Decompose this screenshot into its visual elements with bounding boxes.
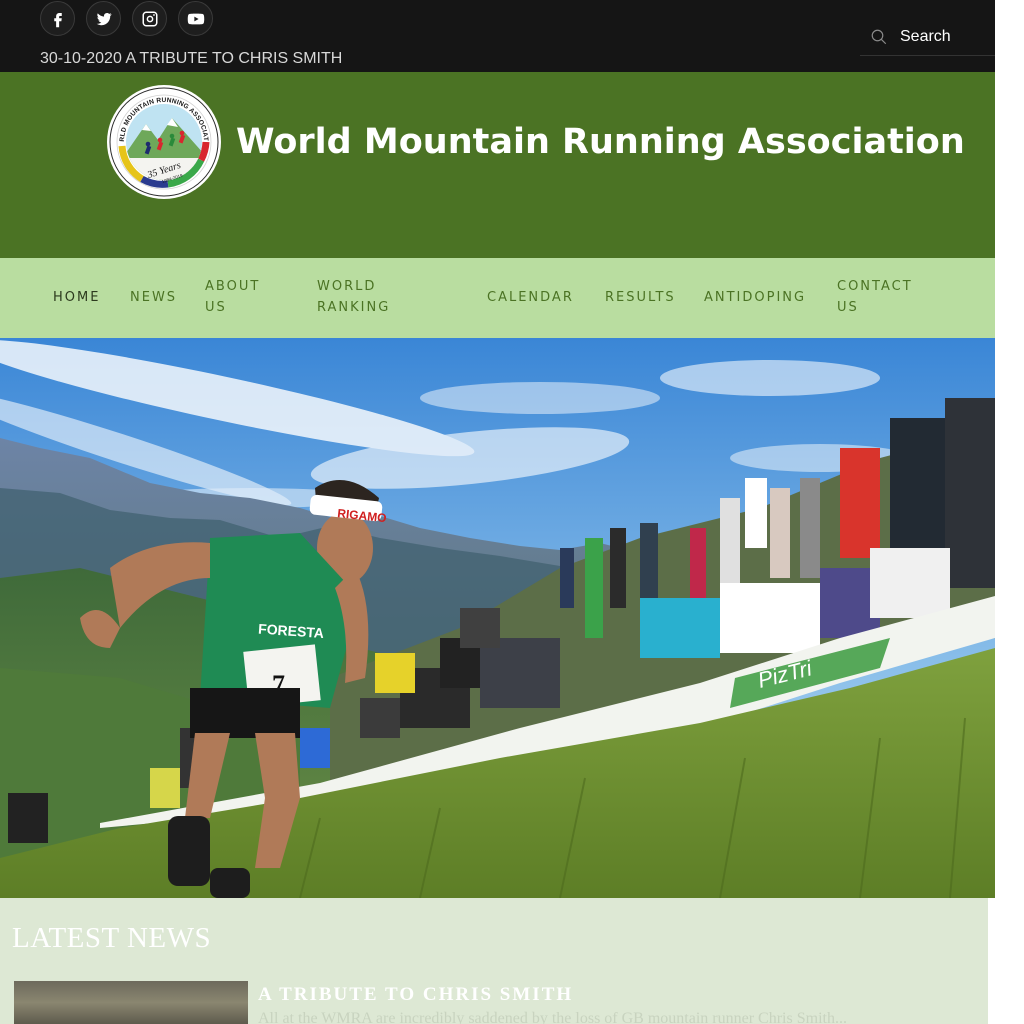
search-box[interactable]	[860, 18, 995, 56]
nav-news[interactable]: NEWS	[130, 287, 177, 308]
search-icon	[871, 29, 887, 44]
site-title[interactable]: World Mountain Running Association	[236, 122, 965, 162]
latest-news-heading: LATEST NEWS	[12, 922, 212, 954]
hero-image: PizTri RIGAMO FORESTA 7	[0, 338, 995, 898]
nav-about-us[interactable]: ABOUT US	[205, 276, 285, 318]
nav-antidoping[interactable]: ANTIDOPING	[704, 287, 806, 308]
page-edge	[995, 0, 1024, 1024]
instagram-link[interactable]	[132, 1, 167, 36]
youtube-icon	[187, 13, 204, 24]
news-article-excerpt: All at the WMRA are incredibly saddened …	[258, 1010, 847, 1024]
nav-world-ranking[interactable]: WORLD RANKING	[317, 276, 407, 318]
twitter-link[interactable]	[86, 1, 121, 36]
facebook-link[interactable]	[40, 1, 75, 36]
wmra-logo[interactable]: WORLD MOUNTAIN RUNNING ASSOCIATION 35 Ye…	[103, 79, 222, 200]
youtube-link[interactable]	[178, 1, 213, 36]
nav-results[interactable]: RESULTS	[605, 287, 676, 308]
nav-calendar[interactable]: CALENDAR	[487, 287, 574, 308]
latest-news-section: LATEST NEWS A TRIBUTE TO CHRIS SMITH All…	[0, 898, 988, 1024]
main-nav: HOME NEWS ABOUT US WORLD RANKING CALENDA…	[0, 258, 995, 338]
top-bar: 30-10-2020 A TRIBUTE TO CHRIS SMITH	[0, 0, 995, 72]
site-header: WORLD MOUNTAIN RUNNING ASSOCIATION 35 Ye…	[0, 72, 995, 258]
facebook-icon	[53, 12, 62, 27]
news-article-title[interactable]: A TRIBUTE TO CHRIS SMITH	[258, 984, 573, 1006]
news-ticker[interactable]: 30-10-2020 A TRIBUTE TO CHRIS SMITH	[40, 50, 342, 68]
instagram-icon	[142, 11, 157, 26]
search-input[interactable]	[900, 27, 995, 46]
nav-home[interactable]: HOME	[53, 287, 100, 308]
nav-contact-us[interactable]: CONTACT US	[837, 276, 927, 318]
twitter-icon	[96, 12, 112, 25]
news-thumbnail[interactable]	[14, 981, 248, 1024]
